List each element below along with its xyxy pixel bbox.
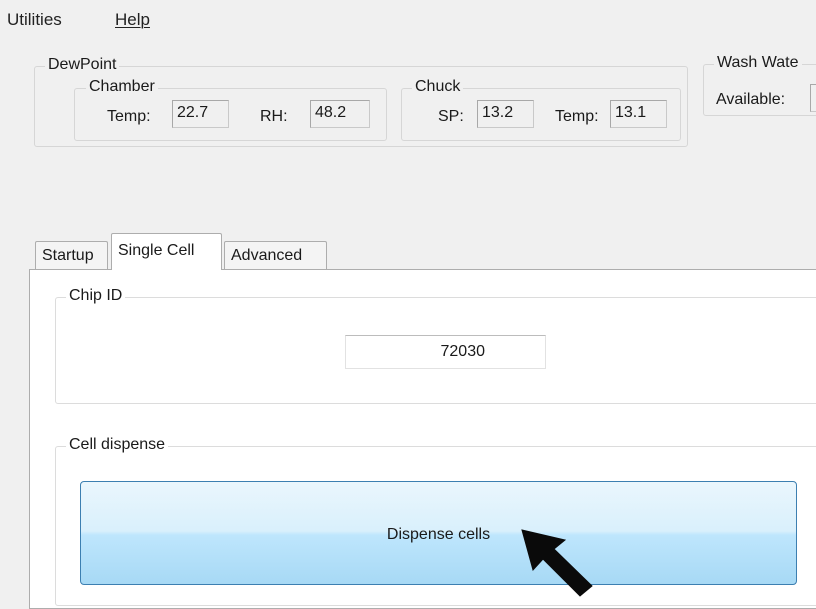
chuck-temp-value: 13.1 [610, 100, 667, 128]
mouse-pointer-icon [521, 529, 593, 597]
chip-id-input[interactable] [345, 335, 546, 369]
menu-bar: Utilities Help [0, 0, 816, 36]
wash-water-available-value [810, 84, 816, 112]
chamber-temp-label: Temp: [107, 108, 151, 125]
dewpoint-title: DewPoint [45, 56, 120, 74]
chamber-rh-value: 48.2 [310, 100, 370, 128]
chamber-title: Chamber [86, 78, 158, 96]
chip-id-title: Chip ID [66, 287, 126, 305]
chamber-rh-label: RH: [260, 108, 288, 125]
wash-water-title: Wash Wate [714, 54, 802, 72]
dispense-cells-button[interactable]: Dispense cells [80, 481, 797, 585]
wash-water-available-label: Available: [716, 91, 786, 108]
chamber-temp-value: 22.7 [172, 100, 229, 128]
tab-startup[interactable]: Startup [35, 241, 108, 269]
dispense-cells-button-label: Dispense cells [386, 526, 491, 543]
tab-single-cell[interactable]: Single Cell [111, 233, 222, 270]
tab-advanced[interactable]: Advanced [224, 241, 327, 269]
chuck-sp-value: 13.2 [477, 100, 534, 128]
chuck-title: Chuck [412, 78, 464, 96]
chuck-sp-label: SP: [438, 108, 464, 125]
chuck-temp-label: Temp: [555, 108, 599, 125]
menu-utilities[interactable]: Utilities [7, 10, 62, 30]
cell-dispense-title: Cell dispense [66, 436, 169, 454]
menu-help[interactable]: Help [115, 10, 150, 30]
